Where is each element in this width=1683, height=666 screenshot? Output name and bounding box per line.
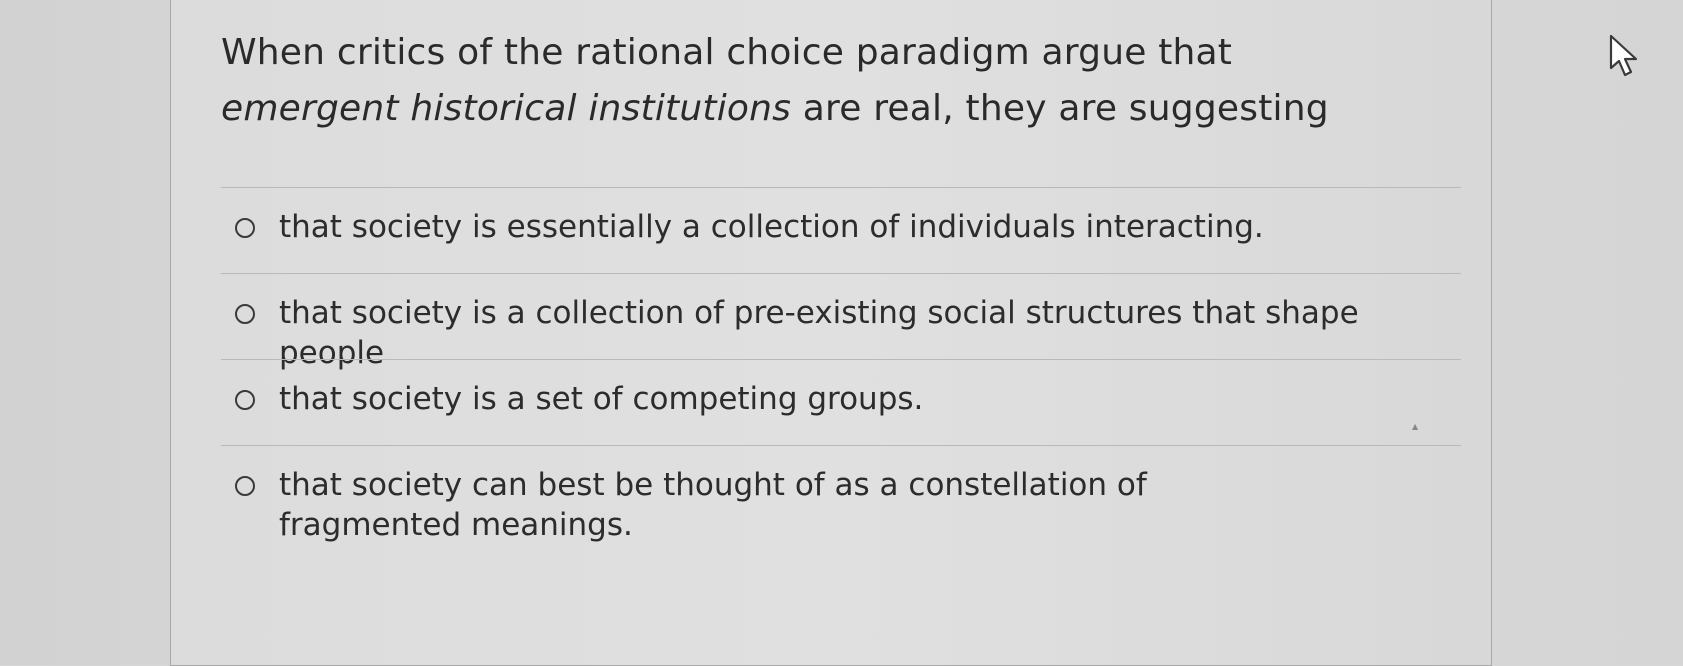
question-text: When critics of the rational choice para…	[221, 25, 1421, 137]
radio-circle-icon[interactable]	[235, 476, 255, 496]
option-divider	[221, 445, 1461, 446]
answer-option-label: that society is essentially a collection…	[279, 209, 1264, 245]
question-text-part1: When critics of the rational choice para…	[221, 32, 1233, 73]
answer-option-3[interactable]: that society is a set of competing group…	[235, 379, 1475, 419]
question-text-part2: are real, they are suggesting	[791, 88, 1329, 129]
screen: When critics of the rational choice para…	[0, 0, 1683, 666]
answer-option-2[interactable]: that society is a collection of pre-exis…	[235, 293, 1475, 373]
answer-option-4[interactable]: that society can best be thought of as a…	[235, 465, 1475, 545]
mouse-pointer-icon	[1609, 34, 1638, 77]
option-divider	[221, 359, 1461, 360]
question-card: When critics of the rational choice para…	[170, 0, 1492, 666]
answer-option-1[interactable]: that society is essentially a collection…	[235, 207, 1475, 247]
radio-circle-icon[interactable]	[235, 218, 255, 238]
question-text-emphasis: emergent historical institutions	[221, 88, 792, 129]
answer-option-label: that society is a set of competing group…	[279, 381, 924, 417]
option-divider	[221, 273, 1461, 274]
radio-circle-icon[interactable]	[235, 304, 255, 324]
answer-option-label: that society is a collection of pre-exis…	[279, 295, 1359, 371]
scroll-marker-icon: ▲	[1412, 422, 1419, 431]
answer-option-label: that society can best be thought of as a…	[279, 467, 1147, 543]
radio-circle-icon[interactable]	[235, 390, 255, 410]
option-divider	[221, 187, 1461, 188]
